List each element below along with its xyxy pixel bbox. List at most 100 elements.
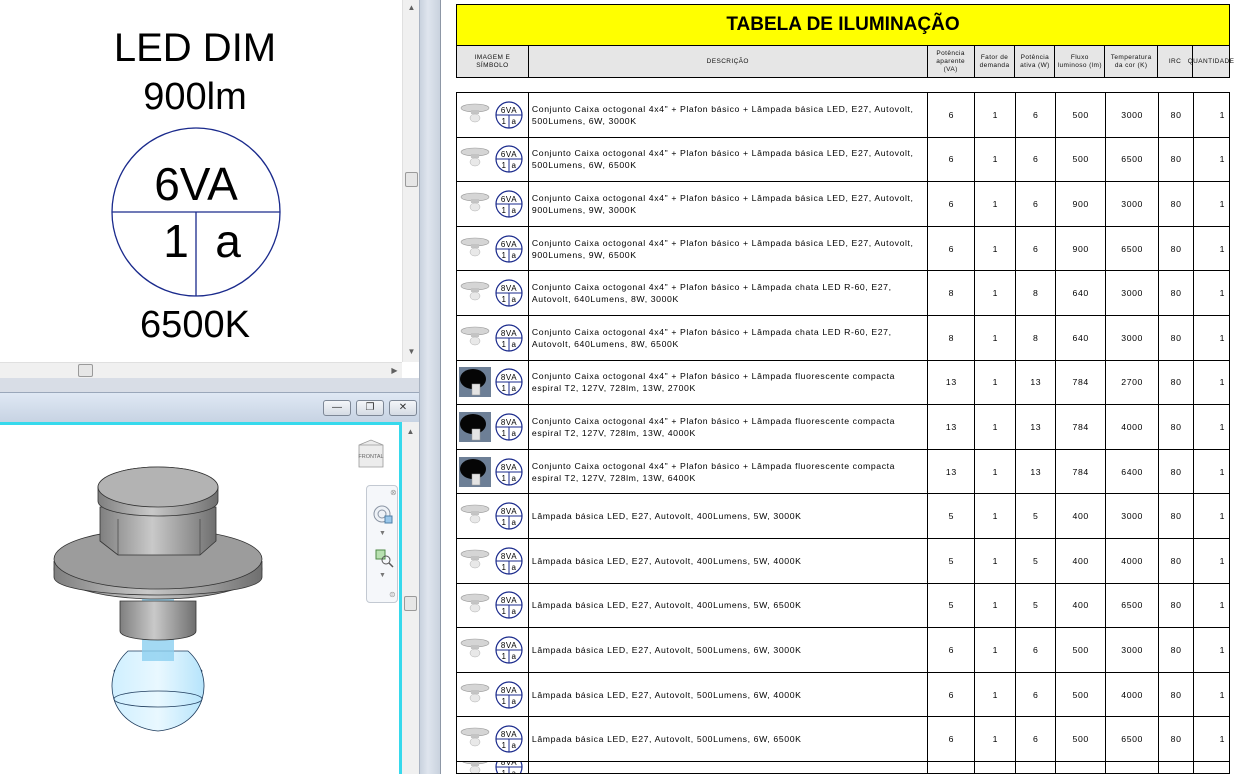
row-demand-factor[interactable]: 1 — [975, 494, 1017, 538]
row-color-temperature[interactable]: 6400 — [1106, 449, 1160, 494]
row-luminous-flux[interactable]: 400 — [1056, 494, 1107, 538]
row-apparent-power[interactable]: 13 — [928, 405, 976, 449]
pane-splitter[interactable] — [419, 0, 441, 774]
row-quantity[interactable]: 1 — [1194, 271, 1231, 315]
row-irc[interactable]: 80 — [1159, 93, 1195, 137]
row-active-power[interactable]: 6 — [1016, 137, 1057, 182]
row-luminous-flux[interactable]: 400 — [1056, 583, 1107, 628]
row-description[interactable]: Conjunto Caixa octogonal 4x4" + Plafon b… — [529, 449, 929, 494]
row-quantity[interactable]: 1 — [1194, 494, 1231, 538]
row-apparent-power[interactable]: 8 — [928, 315, 976, 360]
row-quantity[interactable]: 1 — [1194, 672, 1231, 717]
row-color-temperature[interactable]: 2700 — [1106, 360, 1160, 405]
row-luminous-flux[interactable]: 500 — [1056, 672, 1107, 717]
row-description[interactable]: Conjunto Caixa octogonal 4x4" + Plafon b… — [529, 93, 929, 137]
row-active-power[interactable]: 8 — [1016, 315, 1057, 360]
row-description[interactable]: Lâmpada básica LED, E27, Autovolt, 500Lu… — [529, 672, 929, 717]
table-row[interactable]: 8VA 1 a Lâmpada básica LED, E27, Autovolt, … — [457, 717, 1231, 762]
row-description[interactable]: Lâmpada básica LED, E27, Autovolt, 400Lu… — [529, 494, 929, 538]
table-row[interactable]: 8VA 1 a Conjunto Caixa octogonal 4x4" + Pla… — [457, 315, 1231, 361]
row-description[interactable]: Conjunto Caixa octogonal 4x4" + Plafon b… — [529, 315, 929, 360]
scroll-thumb[interactable] — [405, 172, 418, 187]
row-color-temperature[interactable]: 3000 — [1106, 315, 1160, 360]
row-irc[interactable] — [1159, 761, 1195, 773]
close-navbar-icon[interactable]: ⊗ — [390, 488, 397, 497]
row-active-power[interactable]: 8 — [1016, 271, 1057, 315]
row-irc[interactable]: 80 — [1159, 449, 1195, 494]
row-apparent-power[interactable]: 6 — [928, 717, 976, 761]
row-description[interactable]: Conjunto Caixa octogonal 4x4" + Plafon b… — [529, 360, 929, 405]
row-apparent-power[interactable]: 6 — [928, 628, 976, 672]
scroll-thumb[interactable] — [78, 364, 93, 377]
dropdown-arrow-icon[interactable]: ▼ — [379, 572, 386, 579]
table-row[interactable]: 6VA 1 a Conjunto Caixa octogonal 4x4" + Pla… — [457, 226, 1231, 272]
table-row[interactable]: 8VA 1 a Conjunto Caixa octogonal 4x4" + Pla… — [457, 449, 1231, 495]
row-quantity[interactable]: 1 — [1194, 717, 1231, 761]
row-color-temperature[interactable] — [1106, 761, 1160, 773]
view-3d-titlebar[interactable]: — ❐ ✕ — [0, 392, 430, 422]
scroll-right-arrow-icon[interactable]: ▶ — [386, 365, 403, 377]
table-row[interactable]: 8VA 1 a Conjunto Caixa octogonal 4x4" + Pla… — [457, 360, 1231, 406]
row-apparent-power[interactable]: 6 — [928, 672, 976, 717]
row-luminous-flux[interactable]: 500 — [1056, 628, 1107, 672]
row-quantity[interactable]: 1 — [1194, 137, 1231, 182]
dropdown-arrow-icon[interactable]: ▼ — [379, 530, 386, 537]
row-quantity[interactable]: 1 — [1194, 583, 1231, 628]
table-row[interactable]: 8VA 1 a Lâmpada básica LED, E27, Autovolt, … — [457, 583, 1231, 629]
scroll-down-arrow-icon[interactable]: ▼ — [403, 346, 420, 358]
row-luminous-flux[interactable]: 640 — [1056, 271, 1107, 315]
row-demand-factor[interactable]: 1 — [975, 360, 1017, 405]
row-luminous-flux[interactable]: 900 — [1056, 226, 1107, 271]
restore-button[interactable]: ❐ — [356, 400, 384, 416]
table-row[interactable]: 8VA 1 a Lâmpada básica LED, E27, Autovolt, … — [457, 538, 1231, 584]
3d-view-vertical-scrollbar[interactable]: ▲ — [402, 422, 419, 774]
row-apparent-power[interactable]: 8 — [928, 271, 976, 315]
table-row[interactable]: 8VA 1 a Conjunto Caixa octogonal 4x4" + Pla… — [457, 271, 1231, 316]
scroll-up-arrow-icon[interactable]: ▲ — [403, 2, 420, 14]
row-active-power[interactable]: 13 — [1016, 360, 1057, 405]
row-luminous-flux[interactable]: 500 — [1056, 717, 1107, 761]
row-color-temperature[interactable]: 6500 — [1106, 226, 1160, 271]
row-description[interactable] — [529, 761, 929, 773]
close-button[interactable]: ✕ — [389, 400, 417, 416]
row-color-temperature[interactable]: 6500 — [1106, 717, 1160, 761]
row-irc[interactable]: 80 — [1159, 137, 1195, 182]
row-luminous-flux[interactable]: 400 — [1056, 538, 1107, 583]
scroll-thumb[interactable] — [404, 596, 417, 611]
row-demand-factor[interactable]: 1 — [975, 315, 1017, 360]
row-quantity[interactable]: 1 — [1194, 538, 1231, 583]
tag-preview-view[interactable]: LED DIM 900lm 6VA 1 a 6500K — [0, 0, 402, 362]
row-active-power[interactable]: 6 — [1016, 717, 1057, 761]
row-color-temperature[interactable]: 3000 — [1106, 271, 1160, 315]
row-demand-factor[interactable]: 1 — [975, 583, 1017, 628]
minimize-button[interactable]: — — [323, 400, 351, 416]
row-luminous-flux[interactable]: 784 — [1056, 360, 1107, 405]
row-active-power[interactable]: 5 — [1016, 583, 1057, 628]
row-color-temperature[interactable]: 4000 — [1106, 538, 1160, 583]
row-apparent-power[interactable]: 13 — [928, 449, 976, 494]
row-demand-factor[interactable]: 1 — [975, 405, 1017, 449]
row-apparent-power[interactable]: 5 — [928, 538, 976, 583]
row-quantity[interactable]: 1 — [1194, 405, 1231, 449]
row-luminous-flux[interactable]: 784 — [1056, 449, 1107, 494]
row-description[interactable]: Conjunto Caixa octogonal 4x4" + Plafon b… — [529, 137, 929, 182]
row-irc[interactable]: 80 — [1159, 360, 1195, 405]
row-irc[interactable]: 80 — [1159, 672, 1195, 717]
row-irc[interactable]: 80 — [1159, 717, 1195, 761]
row-apparent-power[interactable]: 6 — [928, 182, 976, 226]
row-description[interactable]: Conjunto Caixa octogonal 4x4" + Plafon b… — [529, 405, 929, 449]
row-luminous-flux[interactable]: 900 — [1056, 182, 1107, 226]
row-apparent-power[interactable]: 13 — [928, 360, 976, 405]
row-apparent-power[interactable]: 6 — [928, 137, 976, 182]
row-luminous-flux[interactable]: 500 — [1056, 137, 1107, 182]
navigation-bar[interactable]: ⊗ ▼ ▼ ⊜ — [366, 485, 398, 603]
table-row[interactable]: 6VA 1 a Conjunto Caixa octogonal 4x4" + Pla… — [457, 182, 1231, 227]
row-color-temperature[interactable]: 3000 — [1106, 494, 1160, 538]
row-active-power[interactable]: 13 — [1016, 405, 1057, 449]
row-quantity[interactable] — [1194, 761, 1230, 773]
row-irc[interactable]: 80 — [1159, 182, 1195, 226]
table-row[interactable]: 6VA 1 a Conjunto Caixa octogonal 4x4" + Pla… — [457, 137, 1231, 183]
steering-wheel-icon[interactable] — [372, 504, 394, 526]
row-active-power[interactable]: 6 — [1016, 628, 1057, 672]
viewcube-icon[interactable]: FRONTAL — [356, 437, 386, 471]
